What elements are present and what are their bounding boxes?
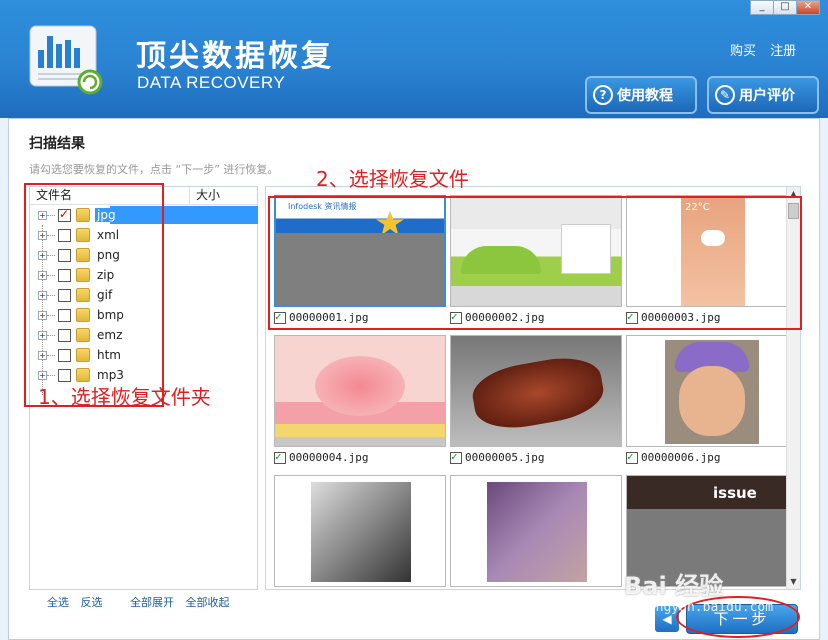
instruction-hint: 请勾选您要恢复的文件，点击 “下一步” 进行恢复。 xyxy=(29,163,279,176)
expand-icon[interactable]: + xyxy=(38,270,47,280)
tree-item-label: mp3 xyxy=(97,368,124,382)
tree-item-label: zip xyxy=(97,268,115,282)
flower-image xyxy=(315,356,405,416)
tree-item-label: jpg xyxy=(95,208,118,222)
file-thumbnail[interactable] xyxy=(450,475,622,587)
folder-icon xyxy=(76,328,90,342)
bw-photo xyxy=(311,482,411,582)
file-card[interactable] xyxy=(274,475,446,587)
annotation-box-files xyxy=(268,196,802,330)
file-checkbox[interactable] xyxy=(626,450,638,464)
file-thumbnail[interactable] xyxy=(274,335,446,447)
app-title: 顶尖数据恢复 xyxy=(136,39,334,74)
tree-item-label: xml xyxy=(97,228,120,242)
tree-checkbox[interactable] xyxy=(58,348,71,362)
tree-item-label: bmp xyxy=(97,308,124,322)
expand-icon[interactable]: + xyxy=(38,290,47,300)
file-checkbox[interactable] xyxy=(274,450,286,464)
folder-icon xyxy=(76,208,90,222)
header-links: 购买 注册 xyxy=(730,40,806,59)
tutorial-label: 使用教程 xyxy=(617,88,673,104)
maximize-button[interactable]: □ xyxy=(773,0,797,15)
app-subtitle: DATA RECOVERY xyxy=(137,73,286,92)
section-title: 扫描结果 xyxy=(29,136,85,152)
thumb-caption: issue xyxy=(713,484,757,502)
tree-item-label: png xyxy=(97,248,120,262)
face-image xyxy=(679,366,745,436)
folder-icon xyxy=(76,268,90,282)
close-button[interactable]: ✕ xyxy=(796,0,820,15)
tree-checkbox[interactable] xyxy=(58,368,71,382)
watermark-url: jingyan.baidu.com xyxy=(640,600,774,615)
portrait-photo xyxy=(487,482,587,582)
folder-icon xyxy=(76,248,90,262)
expand-all-link[interactable]: 全部展开 xyxy=(130,596,174,609)
file-thumbnail[interactable] xyxy=(626,335,798,447)
column-header-size[interactable]: 大小 xyxy=(190,187,220,204)
annotation-step1: 1、选择恢复文件夹 xyxy=(38,385,211,409)
watermark-brand: Bai 经验 xyxy=(624,572,724,600)
scroll-down-icon[interactable]: ▼ xyxy=(787,575,800,589)
file-card[interactable] xyxy=(450,475,622,587)
file-card[interactable]: 00000005.jpg xyxy=(450,335,622,464)
collapse-all-link[interactable]: 全部收起 xyxy=(186,596,230,609)
folder-icon xyxy=(76,228,90,242)
file-name: 00000004.jpg xyxy=(289,451,369,464)
window-controls: _ □ ✕ xyxy=(750,0,820,15)
tree-checkbox[interactable] xyxy=(58,288,71,302)
tree-checkbox[interactable] xyxy=(58,228,71,242)
tree-checkbox[interactable] xyxy=(58,308,71,322)
annotation-step2: 2、选择恢复文件 xyxy=(316,167,469,191)
tree-item-label: htm xyxy=(97,348,121,362)
file-caption: 00000004.jpg xyxy=(274,450,446,464)
app-header: 顶尖数据恢复 DATA RECOVERY _ □ ✕ 购买 注册 ? 使用教程 … xyxy=(0,0,828,118)
buy-link[interactable]: 购买 xyxy=(730,44,756,59)
file-thumbnail[interactable] xyxy=(450,335,622,447)
expand-icon[interactable]: + xyxy=(38,370,47,380)
question-icon: ? xyxy=(593,85,613,105)
folder-icon xyxy=(76,348,90,362)
minimize-button[interactable]: _ xyxy=(750,0,774,15)
file-name: 00000006.jpg xyxy=(641,451,721,464)
file-thumbnail[interactable] xyxy=(274,475,446,587)
expand-icon[interactable]: + xyxy=(38,350,47,360)
folder-icon xyxy=(76,368,90,382)
review-button[interactable]: ✎ 用户评价 xyxy=(707,76,819,114)
expand-icon[interactable]: + xyxy=(38,210,47,220)
app-logo-icon xyxy=(29,25,103,95)
file-caption: 00000006.jpg xyxy=(626,450,798,464)
review-label: 用户评价 xyxy=(739,88,795,104)
folder-icon xyxy=(76,308,90,322)
tree-checkbox[interactable] xyxy=(58,268,71,282)
file-checkbox[interactable] xyxy=(450,450,462,464)
tree-item-label: gif xyxy=(97,288,113,302)
register-link[interactable]: 注册 xyxy=(770,44,796,59)
carving-image xyxy=(468,351,608,435)
invert-selection-link[interactable]: 反选 xyxy=(81,596,103,609)
file-name: 00000005.jpg xyxy=(465,451,545,464)
expand-icon[interactable]: + xyxy=(38,250,47,260)
tree-item-label: emz xyxy=(97,328,123,342)
folder-icon xyxy=(76,288,90,302)
expand-icon[interactable]: + xyxy=(38,330,47,340)
file-caption: 00000005.jpg xyxy=(450,450,622,464)
tree-checkbox[interactable] xyxy=(58,207,71,222)
tree-checkbox[interactable] xyxy=(58,248,71,262)
file-card[interactable]: 00000004.jpg xyxy=(274,335,446,464)
chat-icon: ✎ xyxy=(715,85,735,105)
file-card[interactable]: 00000006.jpg xyxy=(626,335,798,464)
tree-checkbox[interactable] xyxy=(58,328,71,342)
tutorial-button[interactable]: ? 使用教程 xyxy=(585,76,697,114)
select-all-link[interactable]: 全选 xyxy=(47,596,69,609)
tree-actions: 全选 反选 全部展开 全部收起 xyxy=(47,594,238,610)
expand-icon[interactable]: + xyxy=(38,230,47,240)
expand-icon[interactable]: + xyxy=(38,310,47,320)
